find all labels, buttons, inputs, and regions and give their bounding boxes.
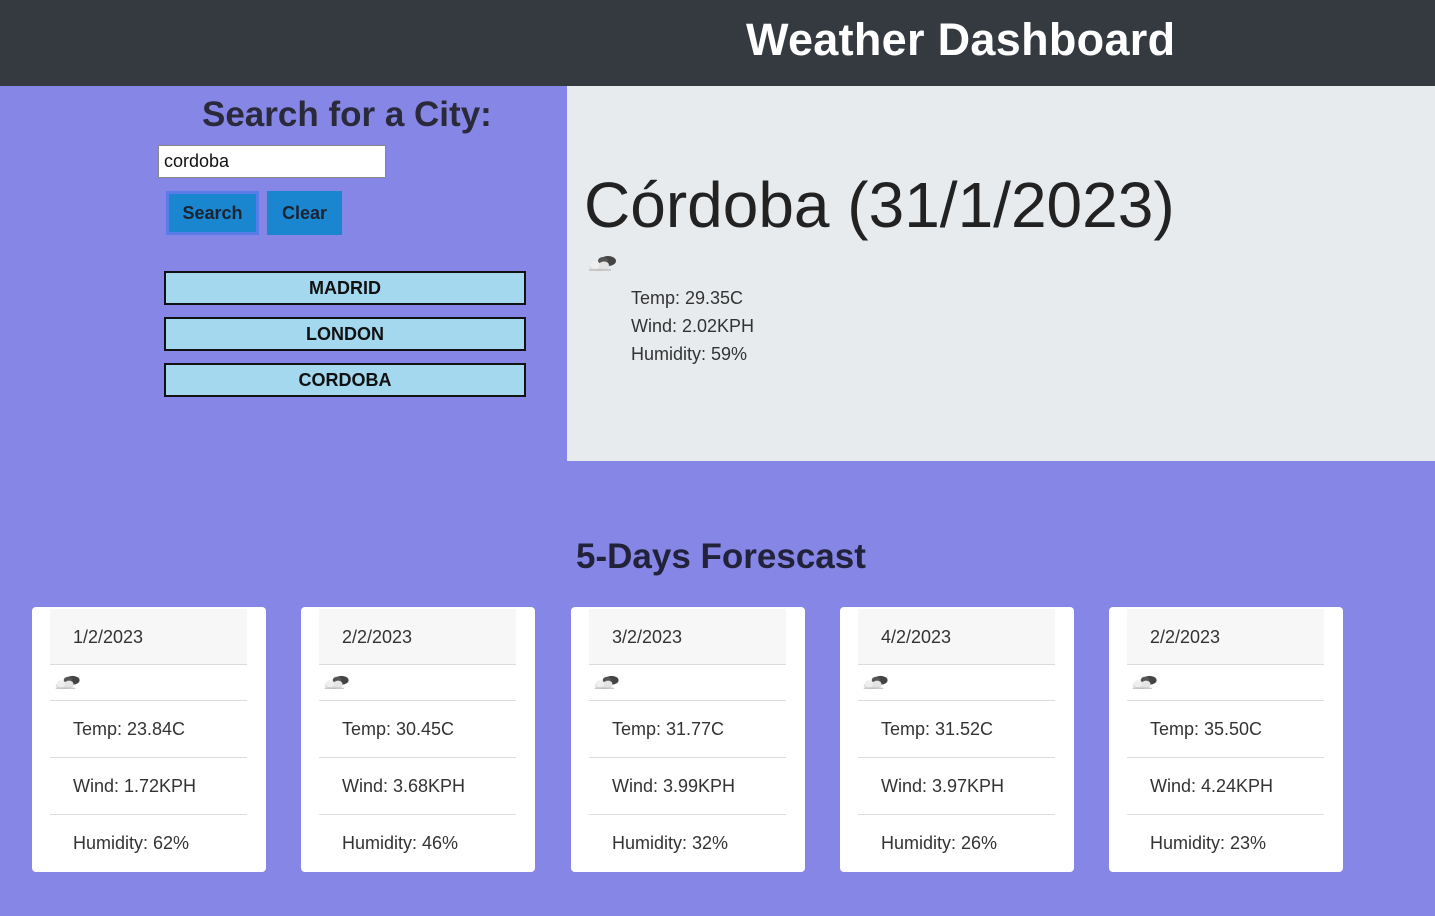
cloud-icon (54, 672, 84, 692)
forecast-date: 4/2/2023 (858, 609, 1055, 665)
city-search-input[interactable] (158, 145, 386, 178)
cloud-icon (1131, 672, 1161, 692)
forecast-humidity: Humidity: 46% (342, 833, 459, 853)
forecast-wind: Wind: 1.72KPH (50, 758, 247, 815)
forecast-wind: Wind: 3.68KPH (319, 758, 516, 815)
forecast-humidity: Humidity: 62% (73, 833, 190, 853)
history-button-madrid[interactable]: MADRID (164, 271, 526, 305)
history-button-london[interactable]: LONDON (164, 317, 526, 351)
forecast-date: 2/2/2023 (1127, 609, 1324, 665)
forecast-card: 3/2/2023 Temp: 31.77C Wind: 3.99KPH Humi… (571, 607, 805, 872)
current-city-title: Córdoba (31/1/2023) (584, 169, 1175, 241)
forecast-date: 2/2/2023 (319, 609, 516, 665)
forecast-wind: Wind: 4.24KPH (1127, 758, 1324, 815)
page-title: Weather Dashboard (746, 14, 1176, 65)
forecast-temp: Temp: 31.77C (589, 701, 786, 758)
forecast-humidity: Humidity: 26% (881, 833, 998, 853)
search-panel: Search for a City: Search Clear MADRID L… (0, 86, 567, 461)
search-heading: Search for a City: (202, 95, 492, 134)
forecast-temp: Temp: 35.50C (1127, 701, 1324, 758)
forecast-wind: Wind: 3.99KPH (589, 758, 786, 815)
forecast-temp: Temp: 30.45C (319, 701, 516, 758)
cloud-icon (862, 672, 892, 692)
current-wind: Wind: 2.02KPH (631, 316, 755, 336)
current-weather-panel: Córdoba (31/1/2023) Temp: 29.35C Wind: 2… (567, 86, 1435, 461)
cloud-icon (587, 252, 621, 274)
cloud-icon (593, 672, 623, 692)
history-button-cordoba[interactable]: CORDOBA (164, 363, 526, 397)
forecast-card: 2/2/2023 Temp: 35.50C Wind: 4.24KPH Humi… (1109, 607, 1343, 872)
current-temp: Temp: 29.35C (631, 288, 744, 308)
clear-button[interactable]: Clear (267, 191, 342, 235)
forecast-date: 1/2/2023 (50, 609, 247, 665)
forecast-card: 4/2/2023 Temp: 31.52C Wind: 3.97KPH Humi… (840, 607, 1074, 872)
forecast-humidity: Humidity: 32% (612, 833, 729, 853)
search-button[interactable]: Search (166, 191, 259, 235)
forecast-wind: Wind: 3.97KPH (858, 758, 1055, 815)
current-weather-details: Temp: 29.35C Wind: 2.02KPH Humidity: 59% (631, 285, 754, 369)
forecast-temp: Temp: 23.84C (50, 701, 247, 758)
forecast-card: 2/2/2023 Temp: 30.45C Wind: 3.68KPH Humi… (301, 607, 535, 872)
cloud-icon (323, 672, 353, 692)
forecast-temp: Temp: 31.52C (858, 701, 1055, 758)
forecast-humidity: Humidity: 23% (1150, 833, 1267, 853)
app-header: Weather Dashboard (0, 0, 1435, 86)
forecast-heading: 5-Days Forescast (576, 537, 866, 576)
current-humidity: Humidity: 59% (631, 344, 748, 364)
forecast-date: 3/2/2023 (589, 609, 786, 665)
forecast-card: 1/2/2023 Temp: 23.84C Wind: 1.72KPH Humi… (32, 607, 266, 872)
